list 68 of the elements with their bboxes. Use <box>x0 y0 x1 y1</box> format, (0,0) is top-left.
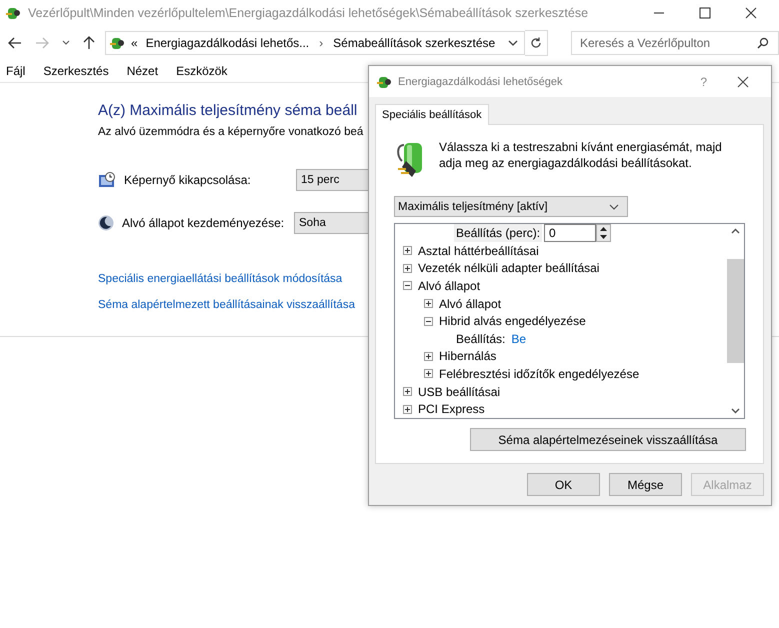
close-icon[interactable] <box>737 76 749 88</box>
minutes-spinbox[interactable]: 0 <box>544 224 596 242</box>
intro-text: Válassza ki a testreszabni kívánt energiasémát, majd adja meg az energiagazdálkodási beállításokat. <box>439 139 723 171</box>
tree-item[interactable]: Asztal háttérbeállításai <box>418 244 539 258</box>
settings-link[interactable]: Speciális energiaellátási beállítások módosítása <box>98 273 342 285</box>
search-field[interactable]: Keresés a Vezérlőpulton <box>571 31 779 55</box>
menu-item[interactable]: Nézet <box>126 64 158 78</box>
expander-icon[interactable] <box>424 369 433 378</box>
maximize-icon[interactable] <box>699 7 711 19</box>
tree-item[interactable]: Alvó állapot <box>418 278 480 293</box>
breadcrumb[interactable]: Energiagazdálkodási lehetős... <box>146 36 310 50</box>
menu-item[interactable]: Eszközök <box>176 64 228 78</box>
setting-value-link[interactable]: Be <box>511 332 526 346</box>
expander-icon[interactable] <box>403 404 412 414</box>
close-icon[interactable] <box>745 7 757 19</box>
tab[interactable]: Speciális beállítások <box>375 104 489 125</box>
settings-link[interactable]: Séma alapértelmezett beállításainak visszaállítása <box>98 299 355 311</box>
dialog-button[interactable]: Mégse <box>609 473 682 496</box>
setting-dropdown[interactable]: 15 perc <box>296 169 368 191</box>
address-bar[interactable]: « Energiagazdálkodási lehetős... › Sémabeállítások szerkesztése <box>105 31 526 55</box>
scroll-up-icon[interactable] <box>731 228 740 234</box>
refresh-icon <box>530 37 542 49</box>
tree-item[interactable]: Hibernálás <box>439 349 496 364</box>
breadcrumb[interactable]: Sémabeállítások szerkesztése <box>333 36 496 50</box>
scroll-down-icon[interactable] <box>731 408 740 414</box>
back-arrow-icon[interactable] <box>8 37 22 49</box>
power-options-icon <box>5 5 21 21</box>
moon-icon <box>98 215 114 231</box>
tree-item[interactable]: Alvó állapot <box>439 296 502 311</box>
search-icon <box>757 37 769 49</box>
setting-label: Alvó állapot kezdeményezése: <box>122 216 286 230</box>
refresh-button[interactable] <box>525 30 548 56</box>
expander-icon[interactable] <box>424 316 433 326</box>
up-arrow-icon[interactable] <box>83 36 95 50</box>
setting-label: Képernyő kikapcsolása: <box>124 173 252 187</box>
expander-icon[interactable] <box>403 281 412 290</box>
expander-icon[interactable] <box>403 264 412 273</box>
tree-item[interactable]: Vezeték nélküli adapter beállításai <box>418 261 600 276</box>
page-description: Az alvó üzemmódra és a képernyőre vonatkozó beá <box>98 126 364 138</box>
dialog-title: Energiagazdálkodási lehetőségek <box>398 76 563 88</box>
setting-label: Beállítás: <box>455 332 506 346</box>
tree-item[interactable]: PCI Express <box>418 402 485 416</box>
monitor-clock-icon <box>98 172 116 188</box>
tree-item[interactable]: USB beállításai <box>418 384 500 399</box>
expander-icon[interactable] <box>403 246 412 256</box>
menu-item[interactable]: Szerkesztés <box>43 64 109 78</box>
setting-label: Beállítás (perc): <box>454 224 542 242</box>
setting-dropdown[interactable]: Soha <box>294 212 368 234</box>
tree-item[interactable]: Hibrid alvás engedélyezése <box>439 314 586 328</box>
expander-icon[interactable] <box>424 299 433 308</box>
dropdown-caret-icon <box>609 204 619 210</box>
help-button[interactable]: ? <box>700 74 707 88</box>
dropdown-caret-icon[interactable] <box>62 40 70 46</box>
spin-arrows-icon[interactable] <box>596 224 612 242</box>
overflow-chevron[interactable]: « <box>131 36 138 50</box>
expander-icon[interactable] <box>424 352 433 361</box>
breadcrumb-separator[interactable]: › <box>319 36 324 50</box>
power-options-icon <box>109 35 125 51</box>
expander-icon[interactable] <box>403 387 412 396</box>
page-heading: A(z) Maximális teljesítmény séma beáll <box>98 102 358 119</box>
scroll-thumb[interactable] <box>727 259 744 363</box>
restore-defaults-button[interactable]: Séma alapértelmezéseinek visszaállítása <box>470 428 746 451</box>
dialog-button[interactable]: OK <box>527 473 600 496</box>
dropdown-caret-icon[interactable] <box>508 40 518 46</box>
tree-item[interactable]: Felébresztési időzítők engedélyezése <box>439 366 640 381</box>
window-title: Vezérlőpult\Minden vezérlőpultelem\Energiagazdálkodási lehetőségek\Sémabeállítások szerkesztése <box>28 6 588 20</box>
menu-item[interactable]: Fájl <box>6 64 26 78</box>
plan-dropdown[interactable]: Maximális teljesítmény [aktív] <box>394 196 628 217</box>
